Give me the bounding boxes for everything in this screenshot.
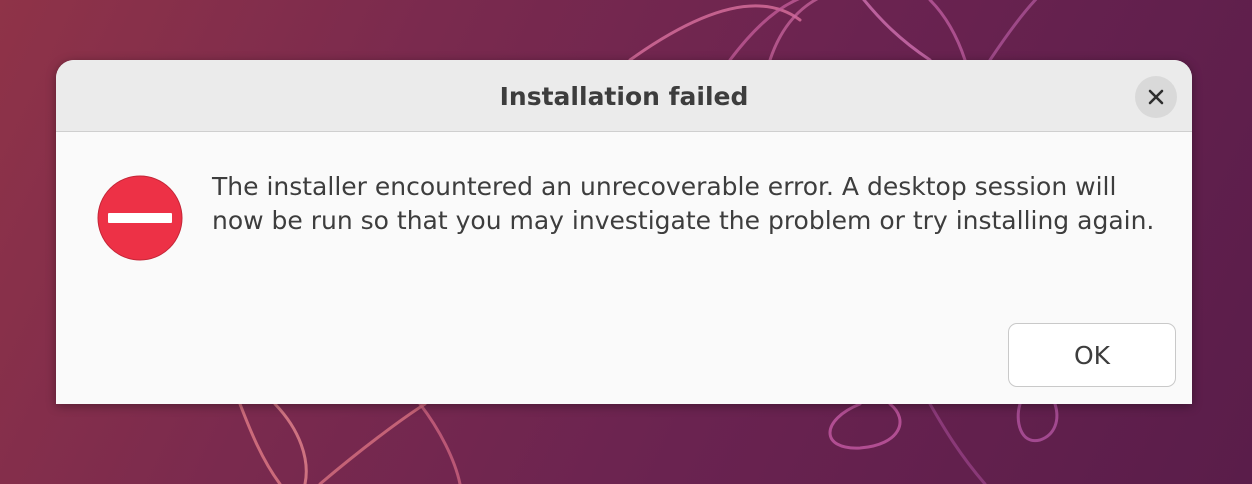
close-icon — [1148, 89, 1164, 105]
dialog-content: The installer encountered an unrecoverab… — [56, 132, 1192, 403]
installation-failed-dialog: Installation failed The installer encoun… — [56, 60, 1192, 404]
error-stop-icon — [97, 175, 183, 261]
dialog-title: Installation failed — [499, 82, 749, 111]
close-button[interactable] — [1135, 76, 1177, 118]
dialog-titlebar[interactable]: Installation failed — [56, 60, 1192, 132]
error-message: The installer encountered an unrecoverab… — [212, 172, 1155, 235]
ok-button[interactable]: OK — [1008, 323, 1176, 387]
